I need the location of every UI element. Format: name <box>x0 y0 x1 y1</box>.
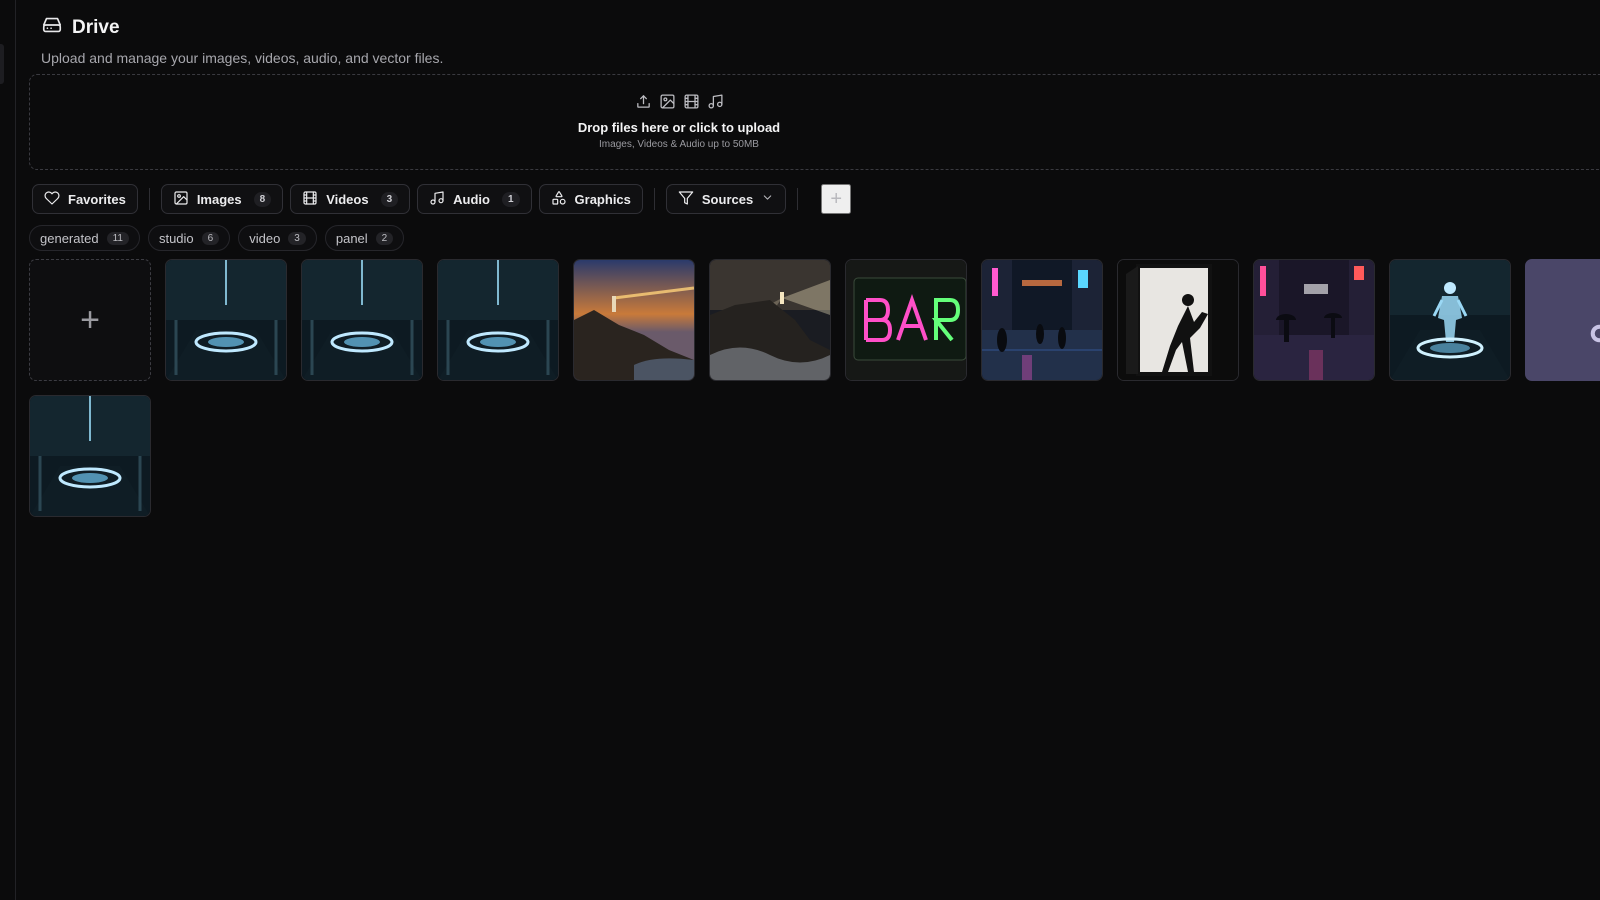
image-icon <box>173 190 189 209</box>
music-icon <box>429 190 445 209</box>
tag-generated[interactable]: generated 11 <box>29 225 140 251</box>
media-thumbnail[interactable] <box>165 259 287 381</box>
rainy-street-thumbnail-image <box>1254 260 1374 380</box>
media-thumbnail[interactable] <box>1117 259 1239 381</box>
music-icon <box>1586 293 1600 347</box>
dropzone-title: Drop files here or click to upload <box>577 120 781 135</box>
chevron-down-icon <box>761 191 774 207</box>
divider <box>653 188 655 210</box>
media-thumbnail[interactable] <box>301 259 423 381</box>
tag-video[interactable]: video 3 <box>238 225 317 251</box>
neon-bar-sign-thumbnail-image <box>846 260 966 380</box>
page-title: Drive <box>72 16 120 38</box>
lighthouse-beam-thumbnail-image <box>710 260 830 380</box>
images-filter-button[interactable]: Images 8 <box>160 184 284 214</box>
upload-icon <box>635 93 652 115</box>
left-rail <box>0 0 16 900</box>
videos-count-badge: 3 <box>380 191 399 207</box>
tag-panel[interactable]: panel 2 <box>324 225 405 251</box>
rail-handle[interactable] <box>0 44 4 84</box>
media-thumbnail[interactable] <box>29 395 151 517</box>
divider <box>148 188 150 210</box>
audio-filter-button[interactable]: Audio 1 <box>417 184 532 214</box>
videos-filter-button[interactable]: Videos 3 <box>290 184 411 214</box>
studio-thumbnail-image <box>30 396 150 516</box>
tag-label: studio <box>158 230 194 246</box>
shapes-icon <box>551 190 567 209</box>
doorway-silhouette-thumbnail-image <box>1118 260 1238 380</box>
tag-studio[interactable]: studio 6 <box>147 225 231 251</box>
drive-icon <box>41 14 63 41</box>
studio-thumbnail-image <box>166 260 286 380</box>
media-thumbnail[interactable] <box>437 259 559 381</box>
tag-count: 11 <box>106 231 129 245</box>
audio-label: Audio <box>453 191 490 207</box>
dropzone-subtitle: Images, Videos & Audio up to 50MB <box>599 139 759 150</box>
media-thumbnail[interactable] <box>573 259 695 381</box>
music-icon <box>707 93 724 115</box>
add-filter-button[interactable]: + <box>821 184 852 214</box>
filter-bar: Favorites Images 8 Videos 3 Audio 1 Grap… <box>32 184 852 214</box>
graphics-label: Graphics <box>574 191 631 207</box>
tag-label: video <box>249 230 281 246</box>
images-label: Images <box>196 191 242 207</box>
videos-label: Videos <box>326 191 369 207</box>
media-thumbnail[interactable] <box>1389 259 1511 381</box>
favorites-label: Favorites <box>68 191 126 207</box>
dropzone-icons <box>635 93 724 115</box>
studio-thumbnail-image <box>302 260 422 380</box>
header: Drive Upload and manage your images, vid… <box>41 14 444 67</box>
studio-thumbnail-image <box>438 260 558 380</box>
tag-count: 6 <box>201 231 220 245</box>
heart-icon <box>44 190 60 209</box>
lighthouse-thumbnail-image <box>574 260 694 380</box>
divider <box>797 188 799 210</box>
media-thumbnail[interactable] <box>845 259 967 381</box>
tag-bar: generated 11 studio 6 video 3 panel 2 <box>29 225 405 251</box>
image-icon <box>659 93 676 115</box>
favorites-filter-button[interactable]: Favorites <box>32 184 138 214</box>
hologram-figure-thumbnail-image <box>1390 260 1510 380</box>
media-thumbnail[interactable] <box>709 259 831 381</box>
drive-panel: Drive Upload and manage your images, vid… <box>16 0 1600 900</box>
film-icon <box>302 190 318 209</box>
media-thumbnail[interactable] <box>981 259 1103 381</box>
graphics-filter-button[interactable]: Graphics <box>538 184 643 214</box>
upload-dropzone[interactable]: Drop files here or click to upload Image… <box>29 74 1600 170</box>
audio-tile[interactable] <box>1525 259 1600 381</box>
add-media-tile[interactable]: + <box>29 259 151 381</box>
tag-count: 2 <box>375 231 394 245</box>
tag-count: 3 <box>288 231 306 245</box>
tag-label: panel <box>335 230 368 246</box>
sources-dropdown[interactable]: Sources <box>665 184 787 214</box>
media-thumbnail[interactable] <box>1253 259 1375 381</box>
neon-street-thumbnail-image <box>982 260 1102 380</box>
sources-label: Sources <box>701 191 754 207</box>
page-subtitle: Upload and manage your images, videos, a… <box>41 50 444 66</box>
film-icon <box>683 93 700 115</box>
images-count-badge: 8 <box>253 191 272 207</box>
tag-label: generated <box>40 230 99 246</box>
filter-icon <box>678 190 694 209</box>
audio-count-badge: 1 <box>501 191 520 207</box>
